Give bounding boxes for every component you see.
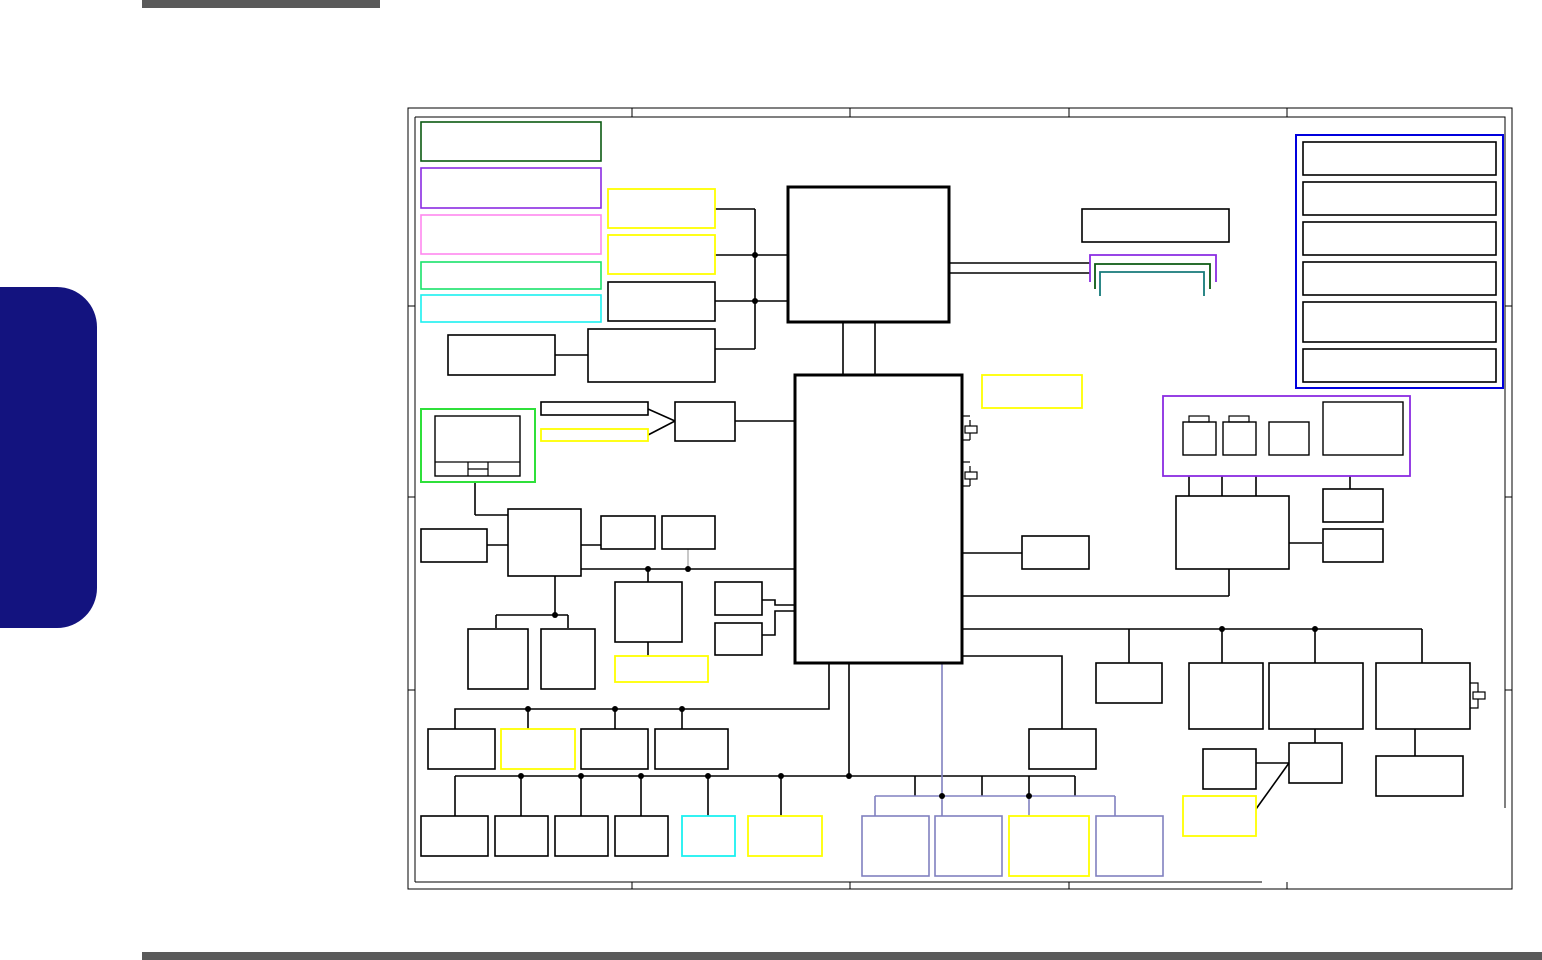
card-reader-panel (1162, 395, 1411, 477)
display-connector (1089, 254, 1217, 296)
touchpad-panel (420, 408, 536, 483)
footer-bar (142, 952, 1542, 960)
legend-box-pink (420, 214, 602, 255)
crystal-symbols (962, 415, 1486, 709)
reference-panel (1295, 134, 1504, 389)
cyan-block (681, 815, 736, 857)
chipset-block (793, 373, 964, 665)
block-diagram (407, 107, 1513, 890)
legend-box-cyan (420, 294, 602, 323)
junction-dots (518, 252, 1318, 799)
legend-box-green (420, 261, 602, 290)
cpu-block (786, 185, 951, 324)
diagram-frame (407, 107, 1513, 890)
legend-box-dark-green (420, 121, 602, 162)
component-blocks (420, 208, 1471, 857)
lavender-blocks (861, 815, 1164, 877)
yellow-blocks (500, 188, 1257, 877)
wiring (454, 208, 1423, 816)
color-legend-boxes (420, 121, 602, 323)
lavender-bus (874, 663, 1116, 816)
legend-box-purple (420, 167, 602, 209)
